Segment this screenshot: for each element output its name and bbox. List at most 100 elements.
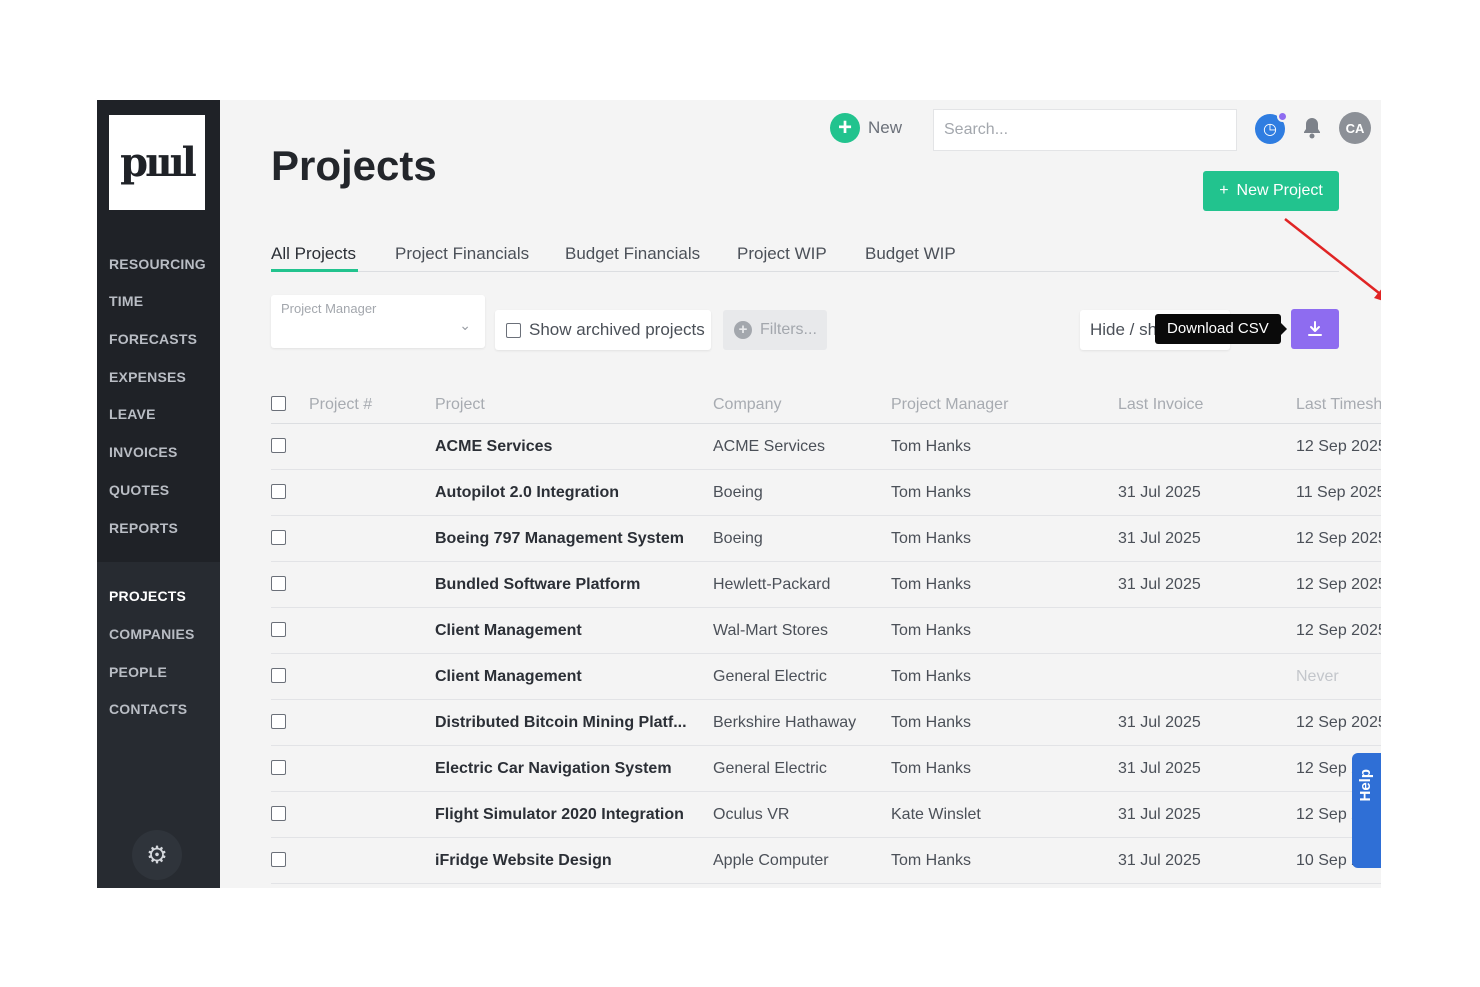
row-checkbox[interactable] [271, 622, 286, 637]
download-csv-tooltip: Download CSV [1155, 314, 1287, 344]
project-manager: Tom Hanks [891, 714, 972, 731]
project-name[interactable]: ACME Services [435, 438, 705, 456]
show-archived-label: Show archived projects [529, 320, 705, 339]
column-header-company[interactable]: Company [713, 396, 781, 414]
project-name[interactable]: Flight Simulator 2020 Integration [435, 806, 705, 824]
row-checkbox[interactable] [271, 530, 286, 545]
select-all-checkbox[interactable] [271, 396, 286, 411]
settings-button[interactable]: ⚙ [132, 830, 182, 880]
row-checkbox[interactable] [271, 484, 286, 499]
company-name: Berkshire Hathaway [713, 714, 857, 731]
last-invoice: 31 Jul 2025 [1118, 714, 1201, 731]
project-manager: Kate Winslet [891, 806, 981, 823]
download-csv-button[interactable] [1291, 309, 1339, 349]
tab-project-wip[interactable]: Project WIP [737, 244, 827, 264]
sidebar-item-resourcing[interactable]: RESOURCING [109, 256, 206, 272]
sidebar-item-leave[interactable]: LEAVE [109, 406, 156, 422]
project-manager: Tom Hanks [891, 484, 972, 501]
table-row[interactable]: iFridge Website Design Apple Computer To… [271, 838, 1381, 884]
show-archived-toggle[interactable]: Show archived projects [495, 310, 711, 350]
column-header-project-number[interactable]: Project # [309, 396, 372, 414]
sidebar-item-projects[interactable]: PROJECTS [109, 588, 186, 604]
timer-button[interactable]: ◷ [1255, 111, 1288, 144]
company-name: Boeing [713, 484, 763, 501]
avatar[interactable]: CA [1339, 112, 1371, 144]
row-checkbox[interactable] [271, 760, 286, 775]
sidebar: pıııl RESOURCING TIME FORECASTS EXPENSES… [97, 100, 220, 888]
project-name[interactable]: Electric Car Navigation System [435, 760, 705, 778]
sidebar-item-reports[interactable]: REPORTS [109, 520, 178, 536]
company-name: General Electric [713, 760, 827, 777]
row-checkbox[interactable] [271, 438, 286, 453]
sidebar-item-invoices[interactable]: INVOICES [109, 444, 178, 460]
sidebar-item-companies[interactable]: COMPANIES [109, 626, 195, 642]
project-manager: Tom Hanks [891, 852, 972, 869]
table-row[interactable]: Client Management General Electric Tom H… [271, 654, 1381, 700]
search-input[interactable] [933, 109, 1237, 151]
sidebar-item-forecasts[interactable]: FORECASTS [109, 331, 197, 347]
filters-button[interactable]: + Filters... [723, 310, 827, 350]
chevron-down-icon: ⌄ [459, 317, 471, 333]
project-name[interactable]: Client Management [435, 668, 705, 686]
project-manager: Tom Hanks [891, 760, 972, 777]
tab-budget-financials[interactable]: Budget Financials [565, 244, 700, 264]
project-name[interactable]: Bundled Software Platform [435, 576, 705, 594]
app-window: pıııl RESOURCING TIME FORECASTS EXPENSES… [97, 100, 1381, 888]
project-manager: Tom Hanks [891, 622, 972, 639]
table-row[interactable]: Bundled Software Platform Hewlett-Packar… [271, 562, 1381, 608]
row-checkbox[interactable] [271, 806, 286, 821]
company-name: Boeing [713, 530, 763, 547]
help-label: Help [1357, 769, 1374, 802]
page-title: Projects [271, 142, 437, 189]
tab-all-projects[interactable]: All Projects [271, 244, 356, 264]
project-manager-label: Project Manager [281, 301, 377, 316]
show-archived-checkbox[interactable] [506, 322, 521, 338]
column-header-project-manager[interactable]: Project Manager [891, 396, 1008, 414]
project-name[interactable]: Distributed Bitcoin Mining Platf... [435, 714, 705, 732]
table-row[interactable]: Distributed Bitcoin Mining Platf... Berk… [271, 700, 1381, 746]
last-timesheet: 12 Sep 2025 [1296, 576, 1381, 593]
company-name: General Electric [713, 668, 827, 685]
help-button[interactable]: Help [1352, 753, 1381, 868]
table-row[interactable]: Autopilot 2.0 Integration Boeing Tom Han… [271, 470, 1381, 516]
project-manager-select[interactable]: Project Manager ⌄ [271, 295, 485, 348]
row-checkbox[interactable] [271, 714, 286, 729]
project-manager: Tom Hanks [891, 668, 972, 685]
quick-new-button[interactable]: + New [830, 113, 902, 143]
sidebar-item-people[interactable]: PEOPLE [109, 664, 167, 680]
last-invoice: 31 Jul 2025 [1118, 484, 1201, 501]
notifications-button[interactable] [1296, 112, 1328, 144]
table-row[interactable]: Client Management Wal-Mart Stores Tom Ha… [271, 608, 1381, 654]
plus-icon: + [1219, 182, 1229, 199]
project-name[interactable]: Autopilot 2.0 Integration [435, 484, 705, 502]
table-row[interactable]: Flight Simulator 2020 Integration Oculus… [271, 792, 1381, 838]
tab-project-financials[interactable]: Project Financials [395, 244, 529, 264]
table-row[interactable]: Electric Car Navigation System General E… [271, 746, 1381, 792]
project-name[interactable]: Boeing 797 Management System [435, 530, 705, 548]
sidebar-item-contacts[interactable]: CONTACTS [109, 701, 187, 717]
column-header-project[interactable]: Project [435, 396, 485, 414]
table-row[interactable]: Boeing 797 Management System Boeing Tom … [271, 516, 1381, 562]
app-logo[interactable]: pıııl [109, 115, 205, 210]
tab-budget-wip[interactable]: Budget WIP [865, 244, 956, 264]
company-name: Hewlett-Packard [713, 576, 831, 593]
company-name: Apple Computer [713, 852, 829, 869]
sidebar-item-time[interactable]: TIME [109, 293, 143, 309]
new-project-label: New Project [1236, 182, 1323, 199]
sidebar-item-quotes[interactable]: QUOTES [109, 482, 169, 498]
column-header-last-timesheet[interactable]: Last Timesheet [1296, 396, 1381, 414]
sidebar-item-expenses[interactable]: EXPENSES [109, 369, 186, 385]
plus-circle-icon: + [734, 321, 752, 339]
new-project-button[interactable]: + New Project [1203, 171, 1339, 211]
row-checkbox[interactable] [271, 852, 286, 867]
row-checkbox[interactable] [271, 668, 286, 683]
company-name: Wal-Mart Stores [713, 622, 828, 639]
table-row[interactable]: ACME Services ACME Services Tom Hanks 12… [271, 424, 1381, 470]
notification-dot [1277, 111, 1288, 122]
row-checkbox[interactable] [271, 576, 286, 591]
column-header-last-invoice[interactable]: Last Invoice [1118, 396, 1203, 414]
last-invoice: 31 Jul 2025 [1118, 576, 1201, 593]
project-name[interactable]: Client Management [435, 622, 705, 640]
project-name[interactable]: iFridge Website Design [435, 852, 705, 870]
project-manager: Tom Hanks [891, 438, 972, 455]
